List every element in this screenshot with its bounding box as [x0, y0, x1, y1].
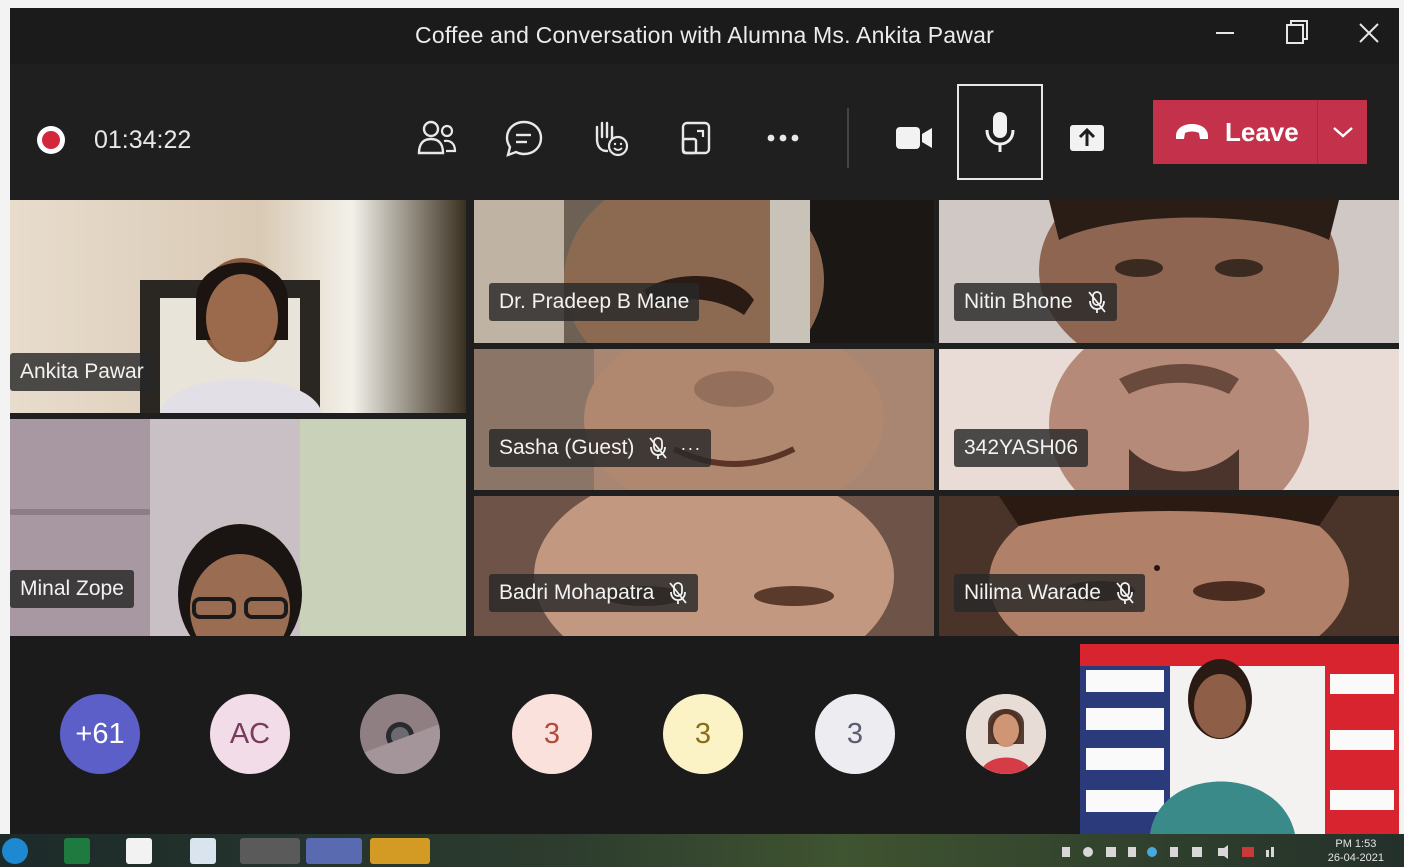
hang-up-icon — [1176, 124, 1208, 139]
system-tray-icons[interactable] — [1062, 844, 1292, 860]
close-icon[interactable] — [1346, 16, 1392, 56]
raise-hand-button[interactable] — [580, 108, 640, 168]
participant-strip: +61 AC 3 3 3 — [10, 636, 1399, 834]
excel-icon[interactable] — [64, 838, 90, 864]
people-button[interactable] — [407, 108, 467, 168]
meeting-controls: 01:34:22 Leave — [10, 64, 1399, 200]
self-view-feed — [1080, 644, 1399, 834]
taskbar-clock[interactable]: PM 1:53 26-04-2021 — [1328, 837, 1384, 865]
teams-icon[interactable] — [306, 838, 362, 864]
participant-tile[interactable]: Nilima Warade — [939, 496, 1399, 636]
participant-video — [939, 349, 1399, 490]
leave-button[interactable]: Leave — [1153, 100, 1367, 164]
participant-name: Nilima Warade — [964, 581, 1101, 604]
avatar[interactable]: 3 — [815, 694, 895, 774]
raise-hand-icon — [595, 121, 629, 157]
title-bar: Coffee and Conversation with Alumna Ms. … — [10, 8, 1399, 64]
participant-name-tag: Badri Mohapatra — [489, 574, 699, 612]
participant-video — [939, 496, 1399, 636]
participant-video — [474, 349, 934, 490]
ellipsis-icon — [767, 134, 799, 142]
participant-tile[interactable]: Minal Zope — [10, 419, 466, 636]
more-actions-button[interactable] — [753, 108, 813, 168]
clock-time: PM 1:53 — [1335, 838, 1377, 850]
participant-name-tag: Ankita Pawar — [10, 353, 154, 391]
participant-name: 342YASH06 — [964, 436, 1079, 459]
participant-tile[interactable]: Dr. Pradeep B Mane — [474, 200, 934, 343]
mic-muted-icon — [668, 581, 688, 605]
participant-tile[interactable]: Sasha (Guest) ··· — [474, 349, 934, 490]
overflow-participants-button[interactable]: +61 — [60, 694, 140, 774]
leave-options-chevron-down-icon[interactable] — [1318, 100, 1367, 164]
share-button[interactable] — [1057, 108, 1117, 168]
clock-date: 26-04-2021 — [1327, 852, 1384, 864]
participant-name-tag: 342YASH06 — [954, 429, 1089, 467]
mic-muted-icon — [648, 436, 668, 460]
windows-taskbar: PM 1:53 26-04-2021 — [0, 834, 1404, 867]
participant-name: Ankita Pawar — [20, 360, 144, 383]
avatar-photo[interactable] — [360, 694, 440, 774]
participant-name-tag: Nilima Warade — [954, 574, 1145, 612]
participant-more-options[interactable]: ··· — [680, 438, 701, 459]
participant-name-tag: Minal Zope — [10, 570, 134, 608]
people-icon — [417, 120, 457, 155]
meeting-timer: 01:34:22 — [94, 126, 192, 154]
video-camera-icon — [896, 127, 932, 149]
minimize-icon[interactable] — [1202, 16, 1248, 56]
rooms-button[interactable] — [666, 108, 726, 168]
leave-label: Leave — [1225, 116, 1299, 147]
participant-name: Dr. Pradeep B Mane — [499, 290, 690, 313]
participant-tile[interactable]: Ankita Pawar — [10, 200, 466, 413]
avatar[interactable]: AC — [210, 694, 290, 774]
mic-muted-icon — [1087, 290, 1107, 314]
participant-name: Sasha (Guest) — [499, 436, 635, 459]
video-grid: Ankita Pawar Dr. Pradeep B Mane Nitin Bh… — [10, 200, 1399, 636]
chat-icon — [505, 120, 543, 157]
avatar[interactable]: 3 — [512, 694, 592, 774]
microphone-icon — [985, 112, 1015, 152]
participant-name: Badri Mohapatra — [499, 581, 655, 604]
camera-button[interactable] — [884, 108, 944, 168]
participant-video — [939, 200, 1399, 343]
mic-button[interactable] — [957, 84, 1043, 180]
participant-name-tag: Nitin Bhone — [954, 283, 1117, 321]
teams-meeting-window: Coffee and Conversation with Alumna Ms. … — [10, 8, 1399, 834]
participant-name-tag: Sasha (Guest) ··· — [489, 429, 712, 467]
chat-button[interactable] — [494, 108, 554, 168]
avatar-photo[interactable] — [966, 694, 1046, 774]
participant-video — [474, 496, 934, 636]
start-button-icon[interactable] — [2, 838, 28, 864]
participant-name-tag: Dr. Pradeep B Mane — [489, 283, 700, 321]
mic-muted-icon — [1115, 581, 1135, 605]
share-upload-icon — [1070, 125, 1104, 151]
toolbar-divider — [847, 108, 849, 168]
share-tray-icon — [681, 121, 711, 155]
participant-tile[interactable]: 342YASH06 — [939, 349, 1399, 490]
app-icon[interactable] — [370, 838, 430, 864]
participant-tile[interactable]: Nitin Bhone — [939, 200, 1399, 343]
participant-video — [474, 200, 934, 343]
chrome-icon[interactable] — [240, 838, 300, 864]
media-player-icon[interactable] — [126, 838, 152, 864]
meeting-title: Coffee and Conversation with Alumna Ms. … — [415, 22, 994, 48]
restore-icon[interactable] — [1274, 16, 1320, 56]
leave-main[interactable]: Leave — [1153, 100, 1317, 164]
self-view-video[interactable] — [1080, 644, 1399, 834]
avatar[interactable]: 3 — [663, 694, 743, 774]
participant-name: Nitin Bhone — [964, 290, 1073, 313]
recording-indicator-icon — [37, 126, 65, 154]
participant-name: Minal Zope — [20, 577, 124, 600]
participant-tile[interactable]: Badri Mohapatra — [474, 496, 934, 636]
notepad-icon[interactable] — [190, 838, 216, 864]
